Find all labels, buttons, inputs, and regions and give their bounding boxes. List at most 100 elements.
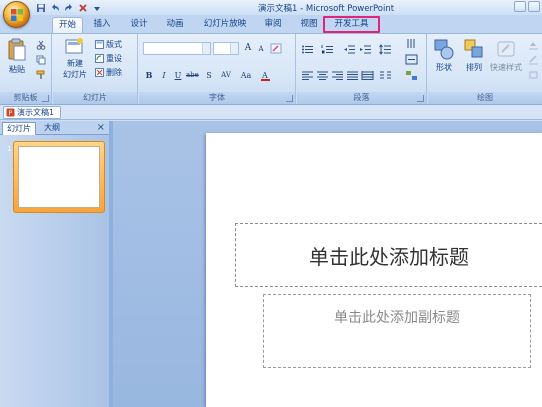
text-direction-icon[interactable] — [405, 38, 418, 49]
quick-styles-button[interactable]: 快速样式 — [488, 38, 524, 73]
tab-view[interactable]: 视图 — [294, 17, 324, 33]
tab-developer[interactable]: 开发工具 — [323, 16, 380, 33]
text-shadow-button[interactable]: S — [203, 70, 215, 81]
office-logo-icon — [11, 9, 23, 21]
slide-thumbnail-selected[interactable] — [13, 141, 105, 213]
tab-slides[interactable]: 幻灯片 — [2, 122, 36, 135]
italic-button[interactable]: I — [158, 70, 170, 81]
new-slide-icon — [65, 38, 83, 54]
slide-thumbnail-list: 1 — [0, 135, 109, 407]
subtitle-placeholder[interactable]: 单击此处添加副标题 — [263, 294, 531, 368]
delete-slide-icon — [95, 68, 104, 77]
undo-icon[interactable] — [50, 3, 60, 13]
font-color-icon[interactable]: A — [260, 70, 274, 81]
dialog-launcher[interactable] — [286, 95, 293, 102]
close-icon[interactable] — [78, 3, 88, 13]
font-size-select[interactable] — [213, 42, 239, 55]
redo-icon[interactable] — [64, 3, 74, 13]
strikethrough-button[interactable]: abe — [186, 70, 199, 81]
save-icon[interactable] — [36, 3, 46, 13]
customize-icon[interactable] — [92, 3, 102, 13]
tab-slideshow[interactable]: 幻灯片放映 — [198, 17, 252, 33]
dialog-launcher[interactable] — [417, 95, 424, 102]
tab-label: 幻灯片放映 — [203, 19, 247, 29]
bold-button[interactable]: B — [143, 70, 155, 81]
dropdown-arrow[interactable] — [230, 43, 238, 54]
justify-icon[interactable] — [346, 70, 359, 81]
slide-canvas[interactable]: 单击此处添加标题 单击此处添加副标题 — [206, 133, 542, 407]
dialog-launcher[interactable] — [42, 95, 49, 102]
grow-font-button[interactable]: A — [242, 43, 254, 54]
dropdown-arrow[interactable] — [202, 43, 210, 54]
shape-fill-icon[interactable] — [528, 40, 539, 50]
pane-tab-bar: 幻灯片 大纲 × — [0, 121, 109, 135]
shapes-icon — [434, 39, 454, 60]
ribbon-tab-row: 开始 插入 设计 动画 幻灯片放映 审阅 视图 开发工具 — [0, 15, 542, 33]
group-slides: 新建 幻灯片 版式 重设 删除 幻灯片 — [53, 34, 138, 104]
align-center-icon[interactable] — [316, 70, 329, 81]
paste-button[interactable]: 粘贴 — [4, 38, 30, 75]
shape-outline-icon[interactable] — [528, 55, 539, 65]
delete-slide-button[interactable]: 删除 — [95, 67, 122, 78]
copy-icon[interactable] — [36, 55, 46, 65]
tab-design[interactable]: 设计 — [124, 17, 154, 33]
tab-label: 视图 — [300, 19, 318, 29]
shapes-button[interactable]: 形状 — [430, 38, 458, 73]
increase-indent-icon[interactable] — [359, 44, 372, 55]
shrink-font-button[interactable]: A — [255, 44, 267, 55]
arrange-button[interactable]: 排列 — [460, 38, 488, 73]
cut-icon[interactable] — [36, 40, 46, 50]
tab-label: 开始 — [58, 20, 76, 30]
character-spacing-button[interactable]: AV — [219, 70, 233, 81]
line-spacing-icon[interactable] — [379, 44, 392, 55]
title-placeholder[interactable]: 单击此处添加标题 — [235, 223, 542, 287]
change-case-button[interactable]: Aa — [239, 70, 253, 81]
close-pane-icon[interactable]: × — [97, 122, 105, 134]
clear-format-icon[interactable] — [270, 43, 282, 54]
layout-icon — [95, 40, 104, 49]
align-right-icon[interactable] — [331, 70, 344, 81]
format-painter-icon[interactable] — [36, 70, 46, 80]
tab-review[interactable]: 审阅 — [258, 17, 288, 33]
arrange-label: 排列 — [466, 63, 482, 72]
title-placeholder-text: 单击此处添加标题 — [309, 244, 469, 269]
group-label-clipboard: 剪贴板 — [0, 92, 51, 104]
decrease-indent-icon[interactable] — [343, 44, 356, 55]
clipboard-label: 剪贴板 — [13, 93, 38, 102]
minimize-button[interactable] — [514, 1, 526, 12]
group-label-drawing: 绘图 — [428, 92, 542, 104]
layout-button[interactable]: 版式 — [95, 39, 122, 50]
maximize-button[interactable] — [528, 1, 540, 12]
tab-outline[interactable]: 大纲 — [38, 122, 66, 135]
tab-label: 设计 — [130, 19, 148, 29]
slide-editing-area: 单击此处添加标题 单击此处添加副标题 — [113, 121, 542, 407]
align-left-icon[interactable] — [301, 70, 314, 81]
powerpoint-doc-icon: P — [6, 108, 15, 117]
paste-label: 粘贴 — [9, 65, 25, 74]
document-tab-strip: P 演示文稿1 — [0, 105, 542, 120]
align-text-icon[interactable] — [405, 54, 418, 65]
numbering-icon[interactable] — [321, 44, 334, 55]
office-button[interactable] — [3, 1, 30, 28]
tab-animations[interactable]: 动画 — [160, 17, 190, 33]
underline-button[interactable]: U — [172, 70, 184, 81]
font-family-select[interactable] — [143, 42, 211, 55]
smartart-icon[interactable] — [405, 70, 418, 81]
tab-home[interactable]: 开始 — [52, 17, 83, 33]
font-label: 字体 — [209, 93, 225, 102]
slide-thumbnail[interactable] — [18, 146, 100, 208]
subtitle-placeholder-text: 单击此处添加副标题 — [334, 310, 460, 326]
window-controls — [514, 1, 540, 12]
columns-icon[interactable] — [379, 70, 392, 81]
paste-icon — [8, 38, 26, 61]
slides-pane: 幻灯片 大纲 × 1 — [0, 121, 109, 407]
svg-text:A: A — [261, 71, 268, 80]
distributed-icon[interactable] — [361, 70, 374, 81]
drawing-label: 绘图 — [477, 93, 493, 102]
shape-effects-icon[interactable] — [528, 70, 539, 80]
reset-button[interactable]: 重设 — [95, 53, 122, 64]
bullets-icon[interactable] — [301, 44, 314, 55]
new-slide-button[interactable]: 新建 幻灯片 — [58, 38, 92, 80]
document-tab[interactable]: P 演示文稿1 — [3, 106, 61, 119]
tab-insert[interactable]: 插入 — [87, 17, 117, 33]
